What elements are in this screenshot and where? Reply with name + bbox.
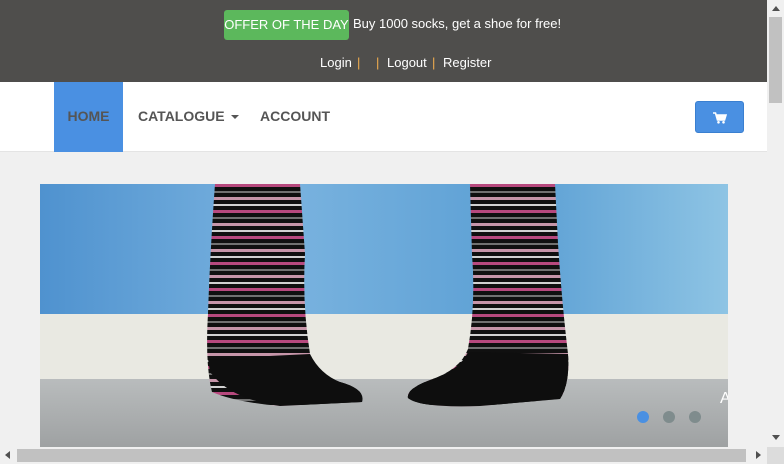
account-links: Login | | Logout | Register — [0, 55, 767, 71]
link-separator: | — [357, 55, 361, 70]
link-separator: | — [376, 55, 380, 70]
main-navbar: HOME CATALOGUE ACCOUNT — [0, 82, 767, 152]
nav-account[interactable]: ACCOUNT — [260, 82, 330, 152]
vertical-scrollbar[interactable] — [767, 0, 784, 447]
link-separator: | — [432, 55, 436, 70]
scroll-down-arrow-icon[interactable] — [772, 435, 780, 440]
horizontal-scrollbar[interactable] — [0, 447, 767, 464]
offer-text: Buy 1000 socks, get a shoe for free! — [353, 16, 562, 31]
nav-catalogue[interactable]: CATALOGUE — [138, 82, 239, 152]
login-link[interactable]: Login — [320, 55, 352, 71]
carousel-indicator-3[interactable] — [689, 411, 701, 423]
offer-of-the-day-button[interactable]: OFFER OF THE DAY — [224, 10, 349, 40]
hero-carousel[interactable]: A — [40, 184, 728, 448]
cart-button[interactable] — [695, 101, 744, 133]
top-bar: OFFER OF THE DAY Buy 1000 socks, get a s… — [0, 0, 767, 82]
nav-catalogue-label: CATALOGUE — [138, 108, 225, 124]
logout-link[interactable]: Logout — [387, 55, 427, 71]
horizontal-scrollbar-thumb[interactable] — [17, 449, 746, 462]
scrollbar-corner — [767, 447, 784, 464]
shopping-cart-icon — [713, 112, 727, 124]
scroll-left-arrow-icon[interactable] — [5, 451, 10, 459]
carousel-indicator-2[interactable] — [663, 411, 675, 423]
striped-socks-image — [207, 184, 569, 407]
nav-home[interactable]: HOME — [54, 82, 123, 152]
scroll-up-arrow-icon[interactable] — [772, 6, 780, 11]
scroll-right-arrow-icon[interactable] — [756, 451, 761, 459]
vertical-scrollbar-thumb[interactable] — [769, 17, 782, 103]
caret-down-icon — [230, 115, 239, 120]
carousel-indicator-1[interactable] — [637, 411, 649, 423]
slide-caption: A — [720, 390, 728, 407]
register-link[interactable]: Register — [443, 55, 491, 71]
